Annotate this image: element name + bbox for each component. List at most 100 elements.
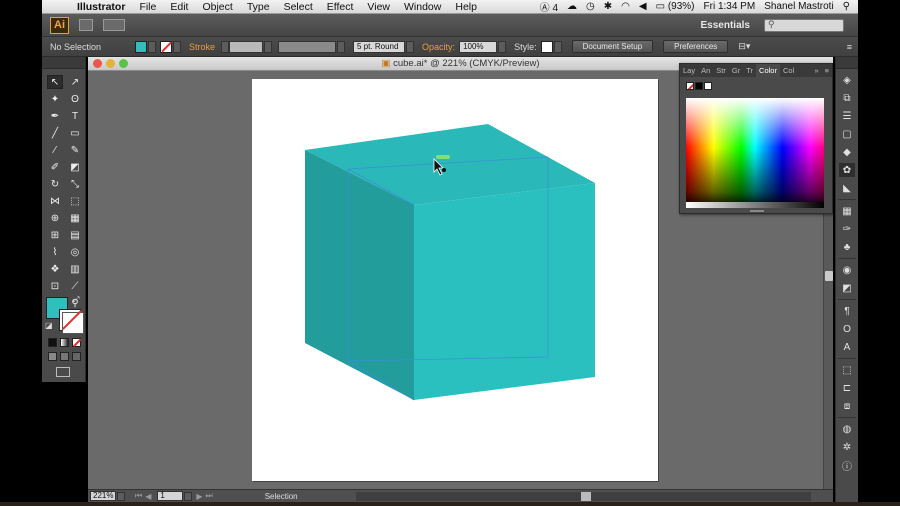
dock-header[interactable] [836,57,858,69]
bridge-button[interactable] [79,19,93,31]
brushes-icon[interactable]: ✑ [839,222,855,236]
panel-resize-handle[interactable] [750,210,764,212]
draw-inside-button[interactable] [72,352,81,361]
menu-file[interactable]: File [132,1,163,13]
align-panel-icon[interactable]: ⊏ [839,381,855,395]
stroke-weight-dropdown[interactable] [264,40,273,53]
artboards-icon[interactable]: ⧉ [839,91,855,105]
arrange-documents-button[interactable] [103,19,125,31]
last-artboard-icon[interactable]: ⏭ [206,491,213,501]
style-dropdown[interactable] [553,40,562,53]
lasso-tool[interactable]: ʘ [67,92,83,106]
close-window-button[interactable] [93,59,102,68]
free-transform-tool[interactable]: ⬚ [67,194,83,208]
panel-options-icon[interactable]: ≡ [822,66,832,75]
workspace-switcher[interactable]: Essentials [701,20,750,31]
sync-icon[interactable]: ☁ [567,1,577,12]
eraser-tool[interactable]: ◩ [67,160,83,174]
paintbrush-tool[interactable]: ⁄ [47,143,63,157]
tab-color[interactable]: Color [756,64,780,77]
battery-status[interactable]: ▭ (93%) [656,1,695,12]
blend-tool[interactable]: ◎ [67,245,83,259]
bluetooth-icon[interactable]: ✱ [604,1,612,12]
menu-window[interactable]: Window [397,1,448,13]
spotlight-icon[interactable]: ⚲ [843,1,850,12]
tools-panel-header[interactable] [42,57,85,69]
swatches-icon[interactable]: ◆ [839,145,855,159]
panel-menu-icon[interactable]: ≡ [847,42,852,52]
eyedropper-tool[interactable]: ⌇ [47,245,63,259]
brush-definition[interactable]: 5 pt. Round [353,40,406,53]
graphic-style-swatch[interactable] [540,40,553,53]
blob-brush-tool[interactable]: ✐ [47,160,63,174]
profile-dropdown[interactable] [337,40,346,53]
shape-builder-tool[interactable]: ⊕ [47,211,63,225]
clock[interactable]: Fri 1:34 PM [704,1,756,12]
collapse-panel-icon[interactable]: » [811,66,821,75]
cube-artwork[interactable] [252,79,658,481]
timemachine-icon[interactable]: ◷ [586,1,595,12]
artboard-dropdown[interactable] [184,491,193,501]
fill-swatch[interactable] [135,40,148,53]
artboard[interactable] [252,79,658,481]
tab-stroke[interactable]: Str [713,66,729,75]
draw-normal-button[interactable] [48,352,57,361]
menu-app-name[interactable]: Illustrator [70,1,132,13]
menu-view[interactable]: View [360,1,397,13]
pencil-tool[interactable]: ✎ [67,143,83,157]
transform-icon[interactable]: ▢ [839,127,855,141]
gradient-mode-button[interactable] [60,338,69,347]
first-artboard-icon[interactable]: ⏮ [135,491,142,501]
next-artboard-icon[interactable]: ▶ [196,492,202,501]
stroke-weight-stepper[interactable] [221,40,230,53]
symbol-sprayer-tool[interactable]: ❖ [47,262,63,276]
menu-type[interactable]: Type [240,1,277,13]
color-mode-button[interactable] [48,338,57,347]
arrange-icon[interactable]: ⊟▾ [738,41,750,52]
default-fill-stroke-icon[interactable]: ◪ [45,321,53,330]
draw-behind-button[interactable] [60,352,69,361]
menu-object[interactable]: Object [195,1,239,13]
info-icon[interactable]: ⓘ [839,458,855,473]
links-icon[interactable]: ✲ [839,440,855,454]
status-tool-label[interactable]: Selection [265,492,298,501]
mesh-tool[interactable]: ⊞ [47,228,63,242]
opacity-dropdown[interactable] [498,40,507,53]
rectangle-tool[interactable]: ▭ [67,126,83,140]
menu-edit[interactable]: Edit [163,1,195,13]
scale-tool[interactable]: ⤡ [67,177,83,191]
direct-selection-tool[interactable]: ↗ [67,75,83,89]
tab-layers[interactable]: Lay [680,66,698,75]
perspective-grid-tool[interactable]: ▦ [67,211,83,225]
variable-width-profile[interactable] [278,40,337,53]
line-tool[interactable]: ╱ [47,126,63,140]
wifi-icon[interactable]: ◠ [621,1,630,12]
black-swatch[interactable] [695,82,703,90]
rotate-tool[interactable]: ↻ [47,177,63,191]
opentype-icon[interactable]: O [839,322,855,336]
stroke-weight-field[interactable] [229,40,264,53]
stroke-swatch[interactable] [160,40,173,53]
stroke-panel-icon[interactable]: ◉ [839,263,855,277]
layers-icon[interactable]: ◈ [839,73,855,87]
color-spectrum[interactable] [686,98,824,208]
none-swatch[interactable] [686,82,694,90]
slice-tool[interactable]: ⟋ [67,279,83,293]
align-icon[interactable]: ☰ [839,109,855,123]
white-swatch[interactable] [704,82,712,90]
minimize-window-button[interactable] [106,59,115,68]
symbols-icon[interactable]: ♣ [839,240,855,254]
user-name[interactable]: Shanel Mastroti [764,1,833,12]
magic-wand-tool[interactable]: ✦ [47,92,63,106]
width-tool[interactable]: ⋈ [47,194,63,208]
color-guide-icon[interactable]: ◣ [839,181,855,195]
paragraph-icon[interactable]: ¶ [839,304,855,318]
navigator-icon[interactable]: ◍ [839,422,855,436]
pen-tool[interactable]: ✒ [47,109,63,123]
tab-gradient[interactable]: Gr [729,66,743,75]
zoom-window-button[interactable] [119,59,128,68]
fill-dropdown[interactable] [148,40,157,53]
none-mode-button[interactable] [72,338,82,347]
tab-transparency[interactable]: Tr [743,66,756,75]
menu-effect[interactable]: Effect [320,1,361,13]
